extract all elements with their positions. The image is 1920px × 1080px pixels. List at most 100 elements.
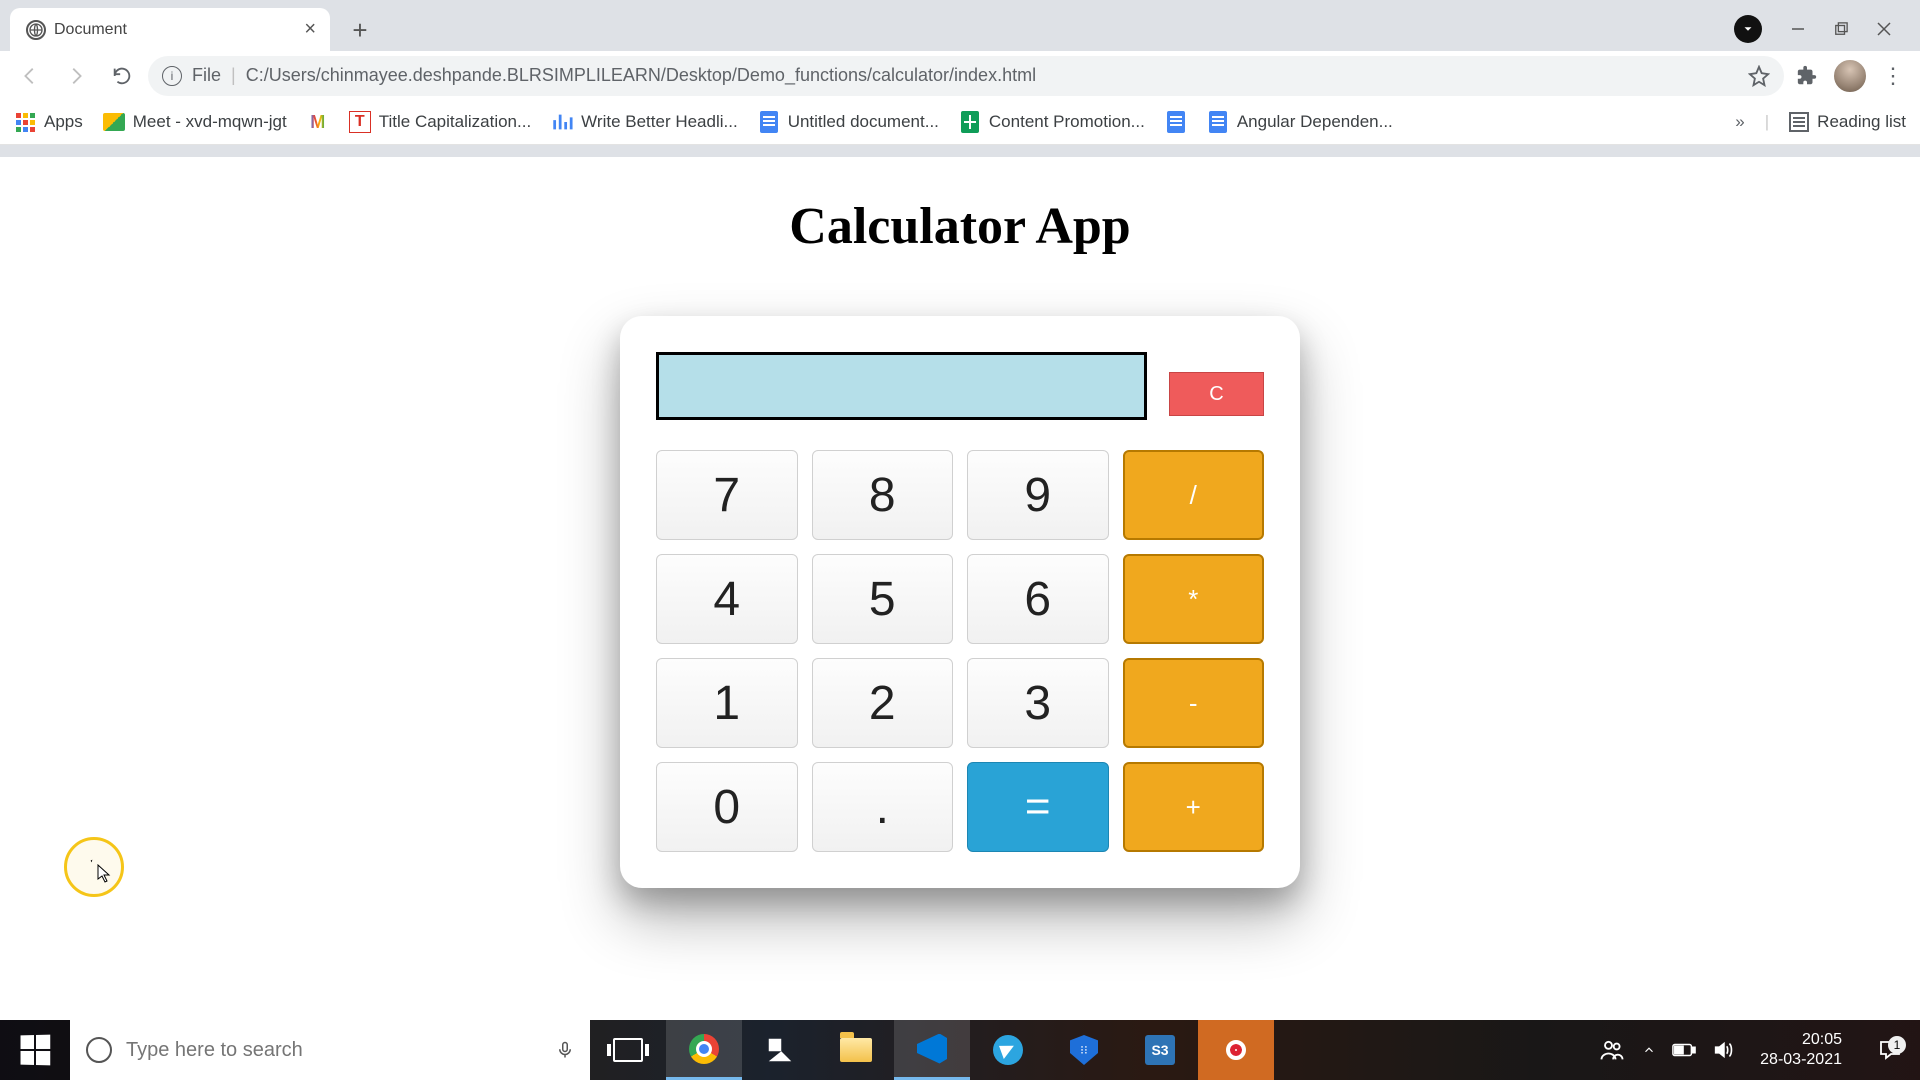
- app-icon: [765, 1035, 795, 1065]
- taskbar-search-input[interactable]: [126, 1039, 542, 1062]
- profile-orb-icon[interactable]: [1734, 15, 1762, 43]
- chrome-icon: [689, 1034, 719, 1064]
- cursor-highlight-icon: [64, 837, 124, 897]
- key-7[interactable]: 7: [656, 450, 798, 540]
- bookmark-label: Untitled document...: [788, 112, 939, 132]
- bookmark-label: Angular Dependen...: [1237, 112, 1393, 132]
- toolbar-right: ⋮: [1790, 58, 1910, 94]
- forward-button[interactable]: [56, 56, 96, 96]
- docs-icon: [1207, 111, 1229, 133]
- bookmark-star-icon[interactable]: [1748, 65, 1770, 87]
- system-tray: 20:05 28-03-2021 1: [1598, 1030, 1920, 1070]
- bookmark-angular[interactable]: Angular Dependen...: [1207, 111, 1393, 133]
- bookmarks-overflow[interactable]: »: [1735, 112, 1744, 132]
- taskbar-clock[interactable]: 20:05 28-03-2021: [1750, 1030, 1852, 1070]
- bookmarks-bar: Apps Meet - xvd-mqwn-jgt T Title Capital…: [0, 100, 1920, 145]
- bookmark-gmail[interactable]: [307, 111, 329, 133]
- taskbar-security[interactable]: ⁝⁝: [1046, 1020, 1122, 1080]
- browser-tab[interactable]: Document ×: [10, 8, 330, 51]
- clock-time: 20:05: [1802, 1030, 1842, 1050]
- reading-list-icon: [1789, 112, 1809, 132]
- key-0[interactable]: 0: [656, 762, 798, 852]
- bookmark-meet[interactable]: Meet - xvd-mqwn-jgt: [103, 111, 287, 133]
- key-4[interactable]: 4: [656, 554, 798, 644]
- address-bar: i File | C:/Users/chinmayee.deshpande.BL…: [0, 51, 1920, 100]
- key-equals[interactable]: =: [967, 762, 1109, 852]
- key-1[interactable]: 1: [656, 658, 798, 748]
- bookmark-docs-extra[interactable]: [1165, 111, 1187, 133]
- reload-button[interactable]: [102, 56, 142, 96]
- taskbar-chrome[interactable]: [666, 1020, 742, 1080]
- task-view-icon: [613, 1038, 643, 1062]
- volume-icon[interactable]: [1712, 1039, 1734, 1061]
- taskbar-vscode[interactable]: [894, 1020, 970, 1080]
- key-6[interactable]: 6: [967, 554, 1109, 644]
- start-button[interactable]: [0, 1020, 70, 1080]
- action-center-button[interactable]: 1: [1868, 1038, 1912, 1062]
- close-window-button[interactable]: [1876, 21, 1892, 37]
- back-button[interactable]: [10, 56, 50, 96]
- bookmark-title-capitalization[interactable]: T Title Capitalization...: [349, 111, 531, 133]
- bookmark-apps[interactable]: Apps: [14, 111, 83, 133]
- new-tab-button[interactable]: +: [342, 12, 378, 48]
- taskbar-recorder[interactable]: [1198, 1020, 1274, 1080]
- calculator-top-row: C: [656, 352, 1264, 420]
- cortana-icon: [86, 1037, 112, 1063]
- taskbar-edge[interactable]: [742, 1020, 818, 1080]
- reading-list-label: Reading list: [1817, 112, 1906, 132]
- profile-avatar[interactable]: [1832, 58, 1868, 94]
- window-controls: [1734, 0, 1920, 51]
- task-view-button[interactable]: [590, 1020, 666, 1080]
- people-icon[interactable]: [1598, 1036, 1626, 1064]
- tray-chevron-icon[interactable]: [1642, 1043, 1656, 1057]
- taskbar-telegram[interactable]: [970, 1020, 1046, 1080]
- key-3[interactable]: 3: [967, 658, 1109, 748]
- key-2[interactable]: 2: [812, 658, 954, 748]
- windows-logo-icon: [21, 1035, 51, 1066]
- tab-strip: Document × +: [0, 0, 1920, 51]
- maximize-button[interactable]: [1834, 22, 1848, 36]
- key-5[interactable]: 5: [812, 554, 954, 644]
- bookmark-write-better[interactable]: Write Better Headli...: [551, 111, 738, 133]
- calculator-keypad: 7 8 9 / 4 5 6 * 1 2 3 - 0 . = +: [656, 450, 1264, 852]
- url-text: C:/Users/chinmayee.deshpande.BLRSIMPLILE…: [246, 65, 1036, 86]
- battery-icon[interactable]: [1672, 1043, 1696, 1057]
- vscode-icon: [917, 1034, 947, 1064]
- cursor-icon: [97, 864, 113, 884]
- key-dot[interactable]: .: [812, 762, 954, 852]
- bookmark-content-promo[interactable]: Content Promotion...: [959, 111, 1145, 133]
- key-8[interactable]: 8: [812, 450, 954, 540]
- url-scheme: File: [192, 65, 221, 86]
- shield-icon: ⁝⁝: [1070, 1035, 1098, 1065]
- chrome-menu-icon[interactable]: ⋮: [1882, 63, 1904, 89]
- gmail-icon: [307, 111, 329, 133]
- mic-icon[interactable]: [556, 1039, 574, 1061]
- omnibox[interactable]: i File | C:/Users/chinmayee.deshpande.BL…: [148, 56, 1784, 96]
- page-title: Calculator App: [0, 197, 1920, 256]
- bookmark-untitled-doc[interactable]: Untitled document...: [758, 111, 939, 133]
- key-9[interactable]: 9: [967, 450, 1109, 540]
- calculator-card: C 7 8 9 / 4 5 6 * 1 2 3 - 0 . = +: [620, 316, 1300, 888]
- calculator-display[interactable]: [656, 352, 1147, 420]
- taskbar-s3[interactable]: S3: [1122, 1020, 1198, 1080]
- info-icon: i: [162, 66, 182, 86]
- extensions-icon[interactable]: [1796, 65, 1818, 87]
- taskbar-search[interactable]: [70, 1020, 590, 1080]
- tt-icon: T: [349, 111, 371, 133]
- clear-button[interactable]: C: [1169, 372, 1264, 416]
- taskbar-file-explorer[interactable]: [818, 1020, 894, 1080]
- reading-list-button[interactable]: Reading list: [1789, 112, 1906, 132]
- key-add[interactable]: +: [1123, 762, 1265, 852]
- minimize-button[interactable]: [1790, 21, 1806, 37]
- page-content: Calculator App C 7 8 9 / 4 5 6 * 1 2 3 -…: [0, 157, 1920, 1020]
- key-divide[interactable]: /: [1123, 450, 1265, 540]
- meet-icon: [103, 111, 125, 133]
- close-icon[interactable]: ×: [304, 18, 316, 41]
- chart-icon: [551, 111, 573, 133]
- key-subtract[interactable]: -: [1123, 658, 1265, 748]
- url-separator: |: [231, 65, 236, 86]
- browser-chrome: Document × + i: [0, 0, 1920, 157]
- windows-taskbar: ⁝⁝ S3 20:05 28-03-2021 1: [0, 1020, 1920, 1080]
- key-multiply[interactable]: *: [1123, 554, 1265, 644]
- s3-icon: S3: [1145, 1035, 1175, 1065]
